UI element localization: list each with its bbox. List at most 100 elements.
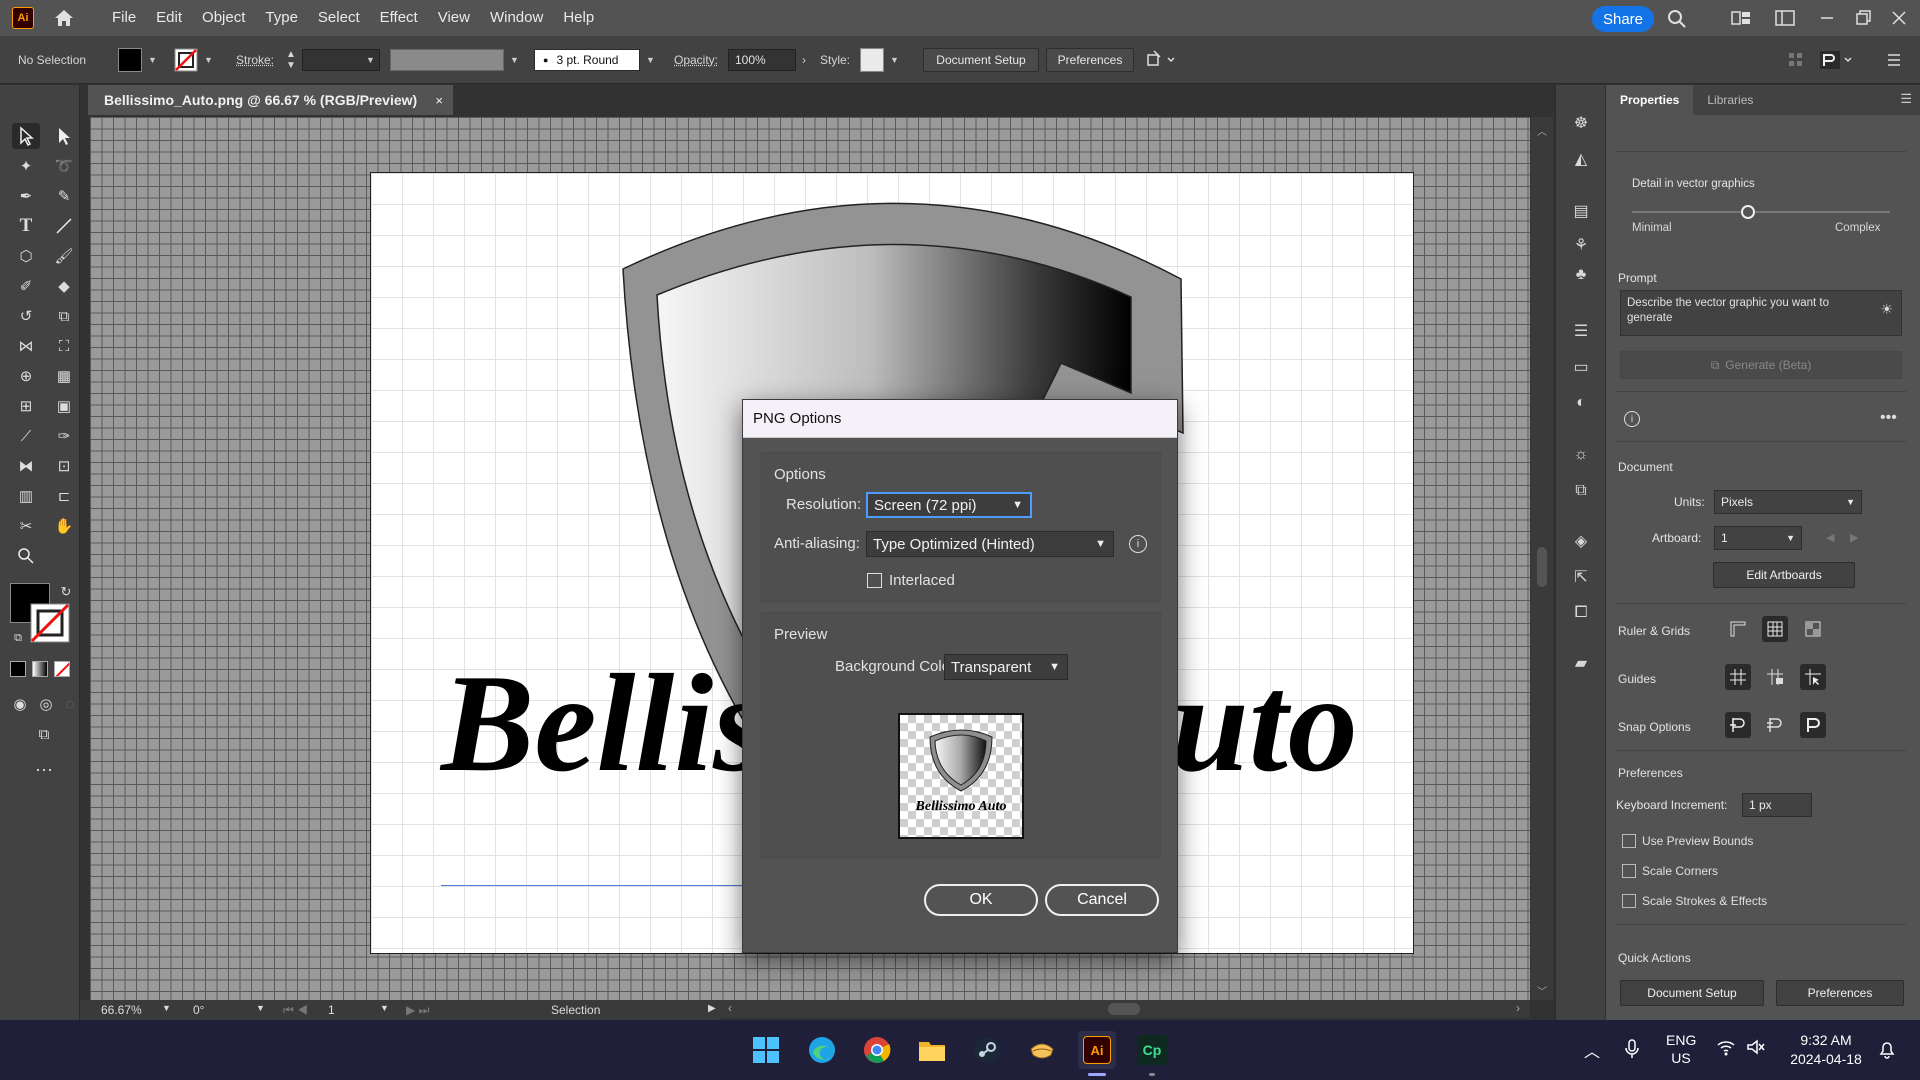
tab-properties[interactable]: Properties (1606, 85, 1694, 115)
menu-help[interactable]: Help (553, 0, 604, 36)
symbols-icon[interactable]: ♣ (1568, 263, 1594, 287)
interlaced-checkbox[interactable]: Interlaced (867, 572, 955, 589)
scroll-up-icon[interactable]: ︿ (1537, 123, 1547, 138)
scale-corners-checkbox[interactable]: Scale Corners (1622, 864, 1718, 878)
file-explorer-icon[interactable] (915, 1033, 949, 1067)
shape-builder-icon[interactable]: ⊕ (12, 363, 40, 389)
mesh-tool-icon[interactable]: ⊞ (12, 393, 40, 419)
scroll-left-icon[interactable]: ‹ (728, 1001, 732, 1015)
type-tool-icon[interactable]: T (12, 213, 40, 239)
draw-normal-icon[interactable]: ◉ (6, 691, 34, 717)
scroll-down-icon[interactable]: ﹀ (1537, 983, 1547, 998)
capcut-icon[interactable]: Cp (1135, 1033, 1169, 1067)
export-icon[interactable]: ⇱ (1568, 565, 1594, 589)
chevron-down-icon[interactable]: ▼ (256, 1003, 265, 1013)
horizontal-scroll-thumb[interactable] (1108, 1003, 1140, 1015)
restore-icon[interactable] (1852, 8, 1874, 28)
artboard-number[interactable]: 1 (328, 1003, 335, 1017)
symbol-sprayer-icon[interactable]: ⊡ (50, 453, 78, 479)
selection-tool-icon[interactable] (12, 123, 40, 149)
eraser-icon[interactable]: ◆ (50, 273, 78, 299)
stroke-panel-icon[interactable]: ☰ (1568, 319, 1594, 343)
chevron-down-icon[interactable]: ▼ (162, 1003, 171, 1013)
chevron-up-icon[interactable]: ︿ (1584, 1038, 1600, 1062)
horizontal-scrollbar[interactable]: ‹ › (720, 1000, 1530, 1018)
menu-file[interactable]: File (102, 0, 146, 36)
align-icon[interactable] (1786, 48, 1806, 72)
chevron-down-icon[interactable]: ▼ (380, 1003, 389, 1013)
edit-artboards-button[interactable]: Edit Artboards (1713, 562, 1855, 588)
stroke-stepper[interactable]: ▲ ▼ (286, 48, 296, 72)
artboards-icon[interactable]: ⧠ (1568, 601, 1594, 625)
gradient-icon[interactable] (32, 661, 48, 677)
menu-view[interactable]: View (428, 0, 480, 36)
steam-icon[interactable] (970, 1033, 1004, 1067)
stroke-color-icon[interactable] (30, 603, 70, 643)
scroll-right-icon[interactable]: › (1516, 1001, 1520, 1015)
tab-libraries[interactable]: Libraries (1693, 85, 1767, 115)
menu-window[interactable]: Window (480, 0, 553, 36)
scale-strokes-checkbox[interactable]: Scale Strokes & Effects (1622, 894, 1767, 908)
brush-definition[interactable]: ● 3 pt. Round ▼ (534, 48, 655, 72)
rotate-tool-icon[interactable]: ↺ (12, 303, 40, 329)
draw-inside-icon[interactable]: ◌ (56, 691, 84, 717)
info-icon[interactable]: i (1624, 411, 1640, 427)
detail-slider-thumb[interactable] (1741, 205, 1756, 219)
ok-button[interactable]: OK (924, 884, 1038, 916)
food-app-icon[interactable] (1025, 1033, 1059, 1067)
paintbrush-icon[interactable]: 🖌 (50, 243, 78, 269)
line-segment-icon[interactable] (50, 213, 78, 239)
shaper-tool-icon[interactable]: ✐ (12, 273, 40, 299)
smart-guides-icon[interactable] (1800, 664, 1826, 690)
more-tools-icon[interactable]: ⋯ (30, 757, 58, 783)
transparency-icon[interactable]: ◐ (1568, 391, 1594, 415)
menu-select[interactable]: Select (308, 0, 370, 36)
fill-swatch[interactable]: ▼ (118, 48, 157, 72)
panel-menu-icon[interactable]: ☰ (1892, 91, 1920, 115)
default-colors-icon[interactable]: ⧉ (4, 625, 32, 651)
opacity-field[interactable]: 100% › (728, 48, 806, 72)
lasso-icon[interactable]: ➰ (50, 153, 78, 179)
cancel-button[interactable]: Cancel (1045, 884, 1159, 916)
snap-to-glyph-icon[interactable] (1818, 48, 1858, 72)
eyedropper-icon[interactable]: ⟋ (12, 423, 40, 449)
preferences-button[interactable]: Preferences (1046, 48, 1134, 72)
menu-object[interactable]: Object (192, 0, 255, 36)
grid-icon[interactable] (1762, 616, 1788, 642)
keyboard-increment-input[interactable]: 1 px (1742, 793, 1812, 817)
share-button[interactable]: Share (1592, 6, 1654, 32)
none-icon[interactable] (54, 661, 70, 677)
gradient-panel-icon[interactable]: ▭ (1568, 355, 1594, 379)
swap-colors-icon[interactable]: ↻ (52, 579, 80, 605)
close-tab-icon[interactable]: × (435, 93, 443, 108)
info-icon[interactable]: i (1129, 535, 1147, 553)
hand-tool-icon[interactable]: ✋ (50, 513, 78, 539)
volume-muted-icon[interactable] (1746, 1038, 1766, 1059)
language-indicator[interactable]: ENG US (1666, 1031, 1696, 1067)
microphone-icon[interactable] (1624, 1039, 1640, 1062)
stroke-swatch[interactable]: ▼ (174, 48, 213, 72)
layers-icon[interactable]: ◈ (1568, 529, 1594, 553)
document-tab[interactable]: Bellissimo_Auto.png @ 66.67 % (RGB/Previ… (88, 85, 453, 115)
lock-guides-icon[interactable] (1762, 664, 1788, 690)
color-icon[interactable] (10, 661, 26, 677)
measure-tool-icon[interactable]: ✑ (50, 423, 78, 449)
polygon-tool-icon[interactable]: ⬡ (12, 243, 40, 269)
snap-to-point-icon[interactable] (1725, 712, 1751, 738)
width-tool-icon[interactable]: ⋈ (12, 333, 40, 359)
status-menu-icon[interactable]: ▶ (708, 1003, 716, 1014)
pen-tool-icon[interactable]: ✒ (12, 183, 40, 209)
variable-width-profile[interactable]: ▼ (390, 48, 519, 72)
image-trace-icon[interactable]: ◭ (1568, 147, 1594, 171)
chrome-icon[interactable] (860, 1033, 894, 1067)
stroke-weight-field[interactable]: ▼ (302, 48, 380, 72)
bg-color-select[interactable]: Transparent ▼ (944, 654, 1068, 680)
quick-document-setup-button[interactable]: Document Setup (1620, 980, 1764, 1006)
workspace-switcher-icon[interactable] (1774, 8, 1796, 28)
scale-tool-icon[interactable]: ⧉ (50, 303, 78, 329)
ruler-icon[interactable] (1725, 616, 1751, 642)
free-transform-icon[interactable]: ⛶ (50, 333, 78, 359)
vertical-scrollbar[interactable]: ︿ ﹀ (1531, 117, 1553, 1000)
edge-icon[interactable] (805, 1033, 839, 1067)
transparency-grid-icon[interactable] (1800, 616, 1826, 642)
